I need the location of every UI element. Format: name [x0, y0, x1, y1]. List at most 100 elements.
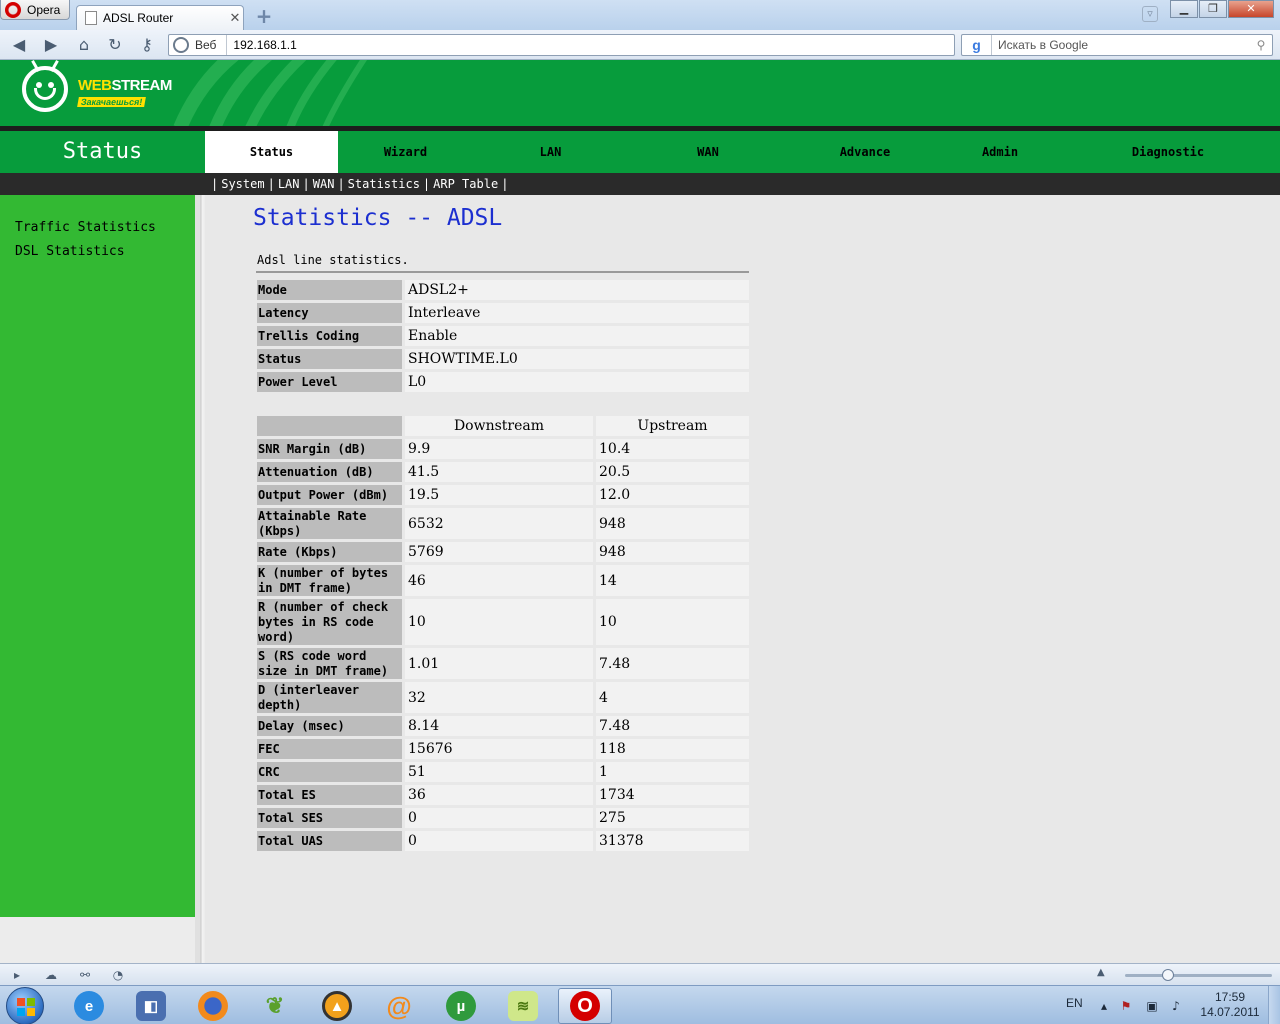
home-icon[interactable]: ⌂ [73, 35, 95, 55]
menu-advance[interactable]: Advance [788, 131, 942, 173]
browser-status-bar: ▸ ☁ ⚯ ◔ ▲ [0, 963, 1280, 985]
sidebar-item-traffic-statistics[interactable]: Traffic Statistics [15, 220, 156, 235]
address-bar[interactable]: Веб 192.168.1.1 [168, 34, 955, 56]
address-url[interactable]: 192.168.1.1 [227, 38, 296, 52]
search-field[interactable]: g Искать в Google ⚲ [961, 34, 1273, 56]
table-row: Power Level L0 [257, 372, 749, 392]
taskbar-leaf-app[interactable]: ❦ [248, 988, 302, 1024]
taskbar-clock[interactable]: 17:59 14.07.2011 [1194, 990, 1266, 1020]
row-label: Rate (Kbps) [257, 542, 402, 562]
menu-status[interactable]: Status [205, 131, 338, 173]
downstream-value: 9.9 [405, 439, 593, 459]
row-value: Interleave [405, 303, 749, 323]
taskbar-firefox[interactable] [186, 988, 240, 1024]
minimize-button[interactable]: ▁ [1170, 0, 1198, 18]
window-controls: ▁ ❐ ✕ [1169, 0, 1274, 18]
back-icon[interactable]: ◀ [8, 35, 30, 55]
taskbar-mail-agent[interactable]: @ [372, 988, 426, 1024]
taskbar-media-player[interactable]: ◧ [124, 988, 178, 1024]
wifi-icon: ≋ [508, 991, 538, 1021]
taskbar-internet-explorer[interactable]: e [62, 988, 116, 1024]
zoom-toggle-icon[interactable]: ▲ [1097, 967, 1105, 978]
close-window-button[interactable]: ✕ [1228, 0, 1274, 18]
zoom-slider-track[interactable] [1125, 974, 1272, 977]
table-row: Attenuation (dB) 41.5 20.5 [257, 462, 749, 482]
submenu-statistics[interactable]: Statistics [348, 177, 420, 191]
table-row: Attainable Rate (Kbps) 6532 948 [257, 508, 749, 539]
new-tab-button[interactable]: + [254, 6, 274, 26]
cloud-icon[interactable]: ☁ [43, 967, 59, 983]
zoom-slider-handle[interactable] [1162, 969, 1174, 981]
network-icon[interactable]: ▣ [1144, 998, 1160, 1014]
tab-close-icon[interactable]: ✕ [227, 10, 243, 26]
row-label: S (RS code word size in DMT frame) [257, 648, 402, 679]
row-value: Enable [405, 326, 749, 346]
brand-name: WEBSTREAM [78, 76, 172, 94]
table-row: D (interleaver depth) 32 4 [257, 682, 749, 713]
table-row: CRC 51 1 [257, 762, 749, 782]
show-desktop-button[interactable] [1268, 986, 1280, 1024]
speed-dial-icon[interactable]: ◔ [110, 967, 126, 983]
upstream-value: 20.5 [596, 462, 749, 482]
upstream-value: 10.4 [596, 439, 749, 459]
downstream-value: 8.14 [405, 716, 593, 736]
start-button[interactable] [6, 987, 44, 1024]
action-center-icon[interactable]: ⚑ [1118, 998, 1134, 1014]
volume-icon[interactable]: ♪ [1168, 998, 1184, 1014]
taskbar-utorrent[interactable]: µ [434, 988, 488, 1024]
forward-icon[interactable]: ▶ [40, 35, 62, 55]
key-icon[interactable]: ⚷ [136, 35, 158, 55]
menu-admin[interactable]: Admin [942, 131, 1058, 173]
leaf-icon: ❦ [265, 993, 285, 1018]
panel-toggle-icon[interactable]: ▸ [9, 967, 25, 983]
menu-lan[interactable]: LAN [473, 131, 628, 173]
table-row: K (number of bytes in DMT frame) 46 14 [257, 565, 749, 596]
internet-explorer-icon: e [74, 991, 104, 1021]
trash-icon[interactable]: ▿ [1142, 6, 1158, 22]
taskbar-opera[interactable]: O [558, 988, 612, 1024]
main-menu: Status Status Wizard LAN WAN Advance Adm… [0, 131, 1280, 173]
table-row: Mode ADSL2+ [257, 280, 749, 300]
row-label: R (number of check bytes in RS code word… [257, 599, 402, 645]
tray-expand-icon[interactable]: ▴ [1096, 998, 1112, 1014]
search-placeholder[interactable]: Искать в Google [992, 38, 1250, 52]
table-row: Total SES 0 275 [257, 808, 749, 828]
row-label: Mode [257, 280, 402, 300]
maximize-button[interactable]: ❐ [1199, 0, 1227, 18]
downstream-value: 32 [405, 682, 593, 713]
frame-divider[interactable] [195, 195, 205, 963]
menu-wan[interactable]: WAN [628, 131, 788, 173]
submenu-wan[interactable]: WAN [313, 177, 335, 191]
taskbar-network-app[interactable]: ≋ [496, 988, 550, 1024]
menu-wizard[interactable]: Wizard [338, 131, 473, 173]
google-icon[interactable]: g [962, 35, 992, 55]
reload-icon[interactable]: ↻ [104, 35, 126, 55]
upstream-value: 275 [596, 808, 749, 828]
submenu-lan[interactable]: LAN [278, 177, 300, 191]
submenu-system[interactable]: System [221, 177, 264, 191]
row-label: Power Level [257, 372, 402, 392]
tab-title: ADSL Router [103, 11, 174, 25]
submenu-arp-table[interactable]: ARP Table [433, 177, 498, 191]
row-value: L0 [405, 372, 749, 392]
row-label: Delay (msec) [257, 716, 402, 736]
language-indicator[interactable]: EN [1066, 996, 1083, 1010]
downstream-value: 51 [405, 762, 593, 782]
opera-logo-icon [5, 1, 21, 18]
opera-menu-button[interactable]: Opera [0, 0, 70, 20]
table-header-row: Downstream Upstream [257, 416, 749, 436]
sidebar-item-dsl-statistics[interactable]: DSL Statistics [15, 244, 125, 259]
share-icon[interactable]: ⚯ [77, 967, 93, 983]
browser-tab[interactable]: ADSL Router ✕ [76, 5, 244, 30]
row-label: SNR Margin (dB) [257, 439, 402, 459]
menu-diagnostic[interactable]: Diagnostic [1058, 131, 1278, 173]
table-row: Total UAS 0 31378 [257, 831, 749, 851]
taskbar-aimp[interactable]: ▲ [310, 988, 364, 1024]
table-row: SNR Margin (dB) 9.9 10.4 [257, 439, 749, 459]
globe-icon [173, 37, 189, 53]
search-icon[interactable]: ⚲ [1250, 38, 1272, 52]
row-value: ADSL2+ [405, 280, 749, 300]
upstream-value: 31378 [596, 831, 749, 851]
upstream-value: 948 [596, 508, 749, 539]
row-label: Attainable Rate (Kbps) [257, 508, 402, 539]
